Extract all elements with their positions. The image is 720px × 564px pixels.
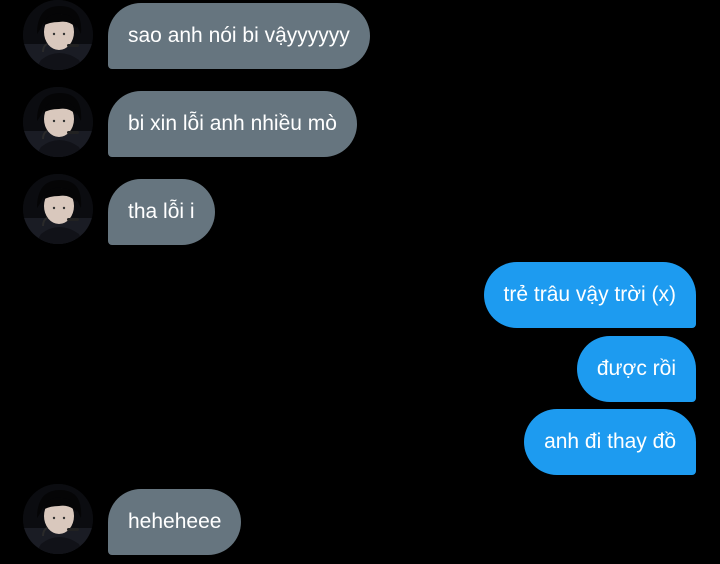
contact-avatar[interactable]	[23, 87, 93, 157]
message-text: anh đi thay đồ	[544, 430, 676, 453]
message-bubble-incoming[interactable]: heheheee	[108, 489, 242, 555]
message-text: bi xin lỗi anh nhiều mò	[128, 112, 337, 135]
avatar-photo	[23, 87, 93, 157]
message-text: heheheee	[128, 510, 222, 533]
message-bubble-incoming[interactable]: tha lỗi i	[108, 179, 215, 245]
message-bubble-outgoing[interactable]: được rồi	[576, 336, 696, 402]
message-bubble-outgoing[interactable]: trẻ trâu vậy trời (x)	[483, 262, 696, 328]
contact-avatar[interactable]	[23, 174, 93, 244]
chat-screen: { "colors": { "background": "#000000", "…	[0, 0, 720, 564]
message-bubble-outgoing[interactable]: anh đi thay đồ	[524, 409, 696, 475]
contact-avatar[interactable]	[23, 0, 93, 70]
avatar-photo	[23, 484, 93, 554]
contact-avatar[interactable]	[23, 484, 93, 554]
message-text: sao anh nói bi vậyyyyyy	[128, 24, 350, 47]
message-bubble-incoming[interactable]: sao anh nói bi vậyyyyyy	[108, 3, 370, 69]
avatar-photo	[23, 174, 93, 244]
message-text: trẻ trâu vậy trời (x)	[503, 283, 676, 306]
message-text: tha lỗi i	[128, 200, 195, 223]
message-bubble-incoming[interactable]: bi xin lỗi anh nhiều mò	[108, 91, 357, 157]
message-text: được rồi	[596, 357, 676, 380]
avatar-photo	[23, 0, 93, 70]
